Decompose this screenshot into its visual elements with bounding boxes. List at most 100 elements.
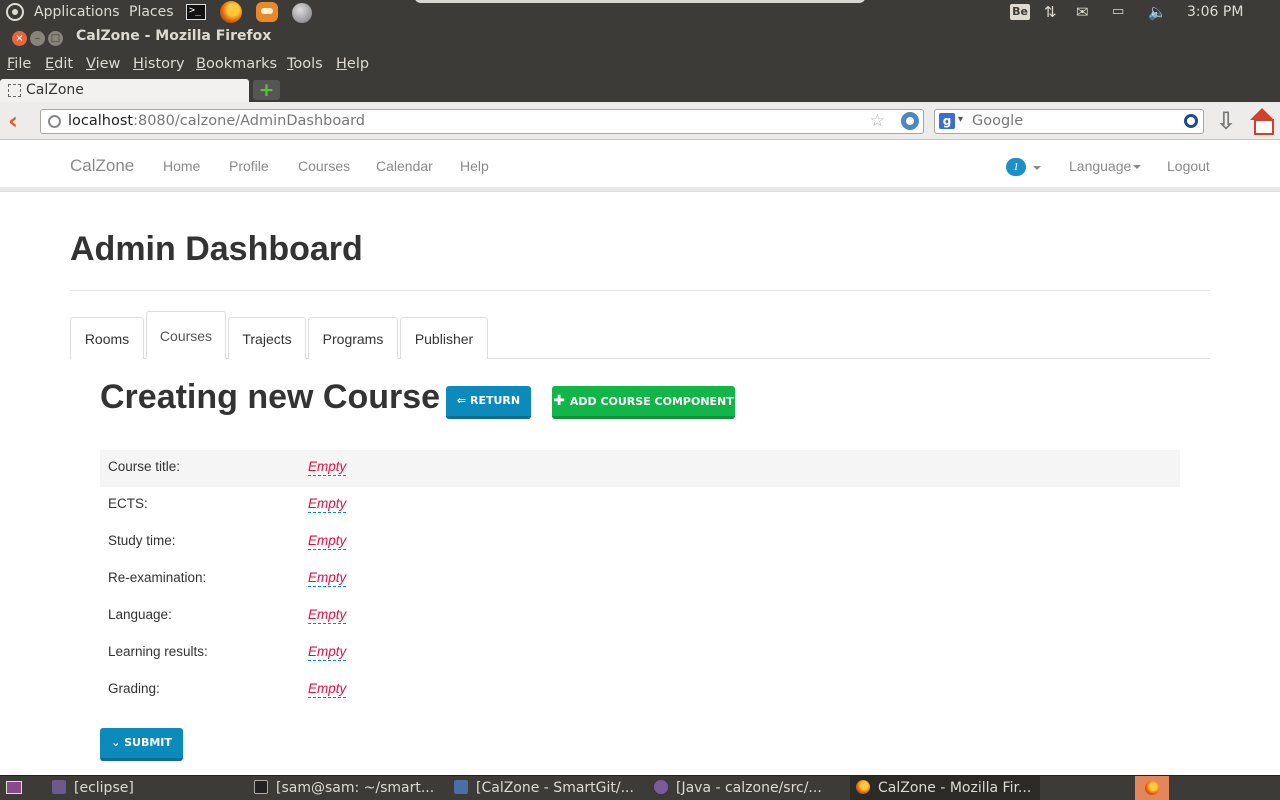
- taskbar-item[interactable]: [sam@sam: ~/smart...: [250, 776, 440, 800]
- panel-indicator: [414, 0, 866, 3]
- return-button[interactable]: ⇐ RETURN: [446, 386, 531, 419]
- url-bar[interactable]: localhost:8080/calzone/AdminDashboard ☆: [40, 109, 924, 134]
- browser-tab[interactable]: CalZone: [0, 79, 249, 103]
- language-dropdown[interactable]: Language: [1069, 158, 1142, 174]
- new-tab-icon[interactable]: +: [253, 80, 280, 100]
- nav-calendar[interactable]: Calendar: [376, 158, 433, 174]
- menu-file[interactable]: File: [7, 56, 31, 72]
- menu-history[interactable]: History: [133, 56, 185, 72]
- section-title: Creating new Course: [100, 378, 441, 416]
- re-examination-editable[interactable]: Empty: [308, 570, 347, 587]
- tab-trajects[interactable]: Trajects: [228, 317, 306, 359]
- minimize-window-icon[interactable]: –: [30, 31, 45, 46]
- url-text[interactable]: localhost:8080/calzone/AdminDashboard: [68, 113, 365, 129]
- engine-dropdown-icon[interactable]: ▾: [958, 114, 963, 125]
- menu-tools[interactable]: Tools: [287, 56, 323, 72]
- close-window-icon[interactable]: ×: [12, 31, 27, 46]
- be-indicator[interactable]: Be: [1010, 4, 1030, 20]
- learning-results-editable[interactable]: Empty: [308, 644, 347, 661]
- taskbar-item-label: [Java - calzone/src/...: [676, 780, 822, 796]
- nav-home[interactable]: Home: [163, 158, 200, 174]
- applications-menu[interactable]: Applications: [34, 0, 120, 24]
- url-path: :8080/calzone/AdminDashboard: [133, 113, 366, 129]
- clock[interactable]: 3:06 PM: [1187, 0, 1243, 24]
- field-row: Language: Empty: [100, 598, 1180, 635]
- battery-icon[interactable]: ▭: [1112, 0, 1124, 24]
- field-label: Re-examination:: [108, 570, 207, 585]
- places-menu[interactable]: Places: [129, 0, 174, 24]
- reload-icon[interactable]: [901, 112, 919, 130]
- field-label: Language:: [108, 607, 172, 622]
- search-placeholder: Google: [972, 113, 1024, 129]
- logout-link[interactable]: Logout: [1167, 158, 1210, 174]
- field-row: Grading: Empty: [100, 672, 1180, 709]
- submit-button-label: SUBMIT: [124, 736, 172, 749]
- grading-editable[interactable]: Empty: [308, 681, 347, 698]
- taskbar-item-label: [eclipse]: [74, 780, 134, 796]
- back-icon[interactable]: ‹: [8, 108, 28, 134]
- field-row: Learning results: Empty: [100, 635, 1180, 672]
- taskbar-item-label: [CalZone - SmartGit/...: [476, 780, 634, 796]
- firefox-launcher-icon[interactable]: [220, 1, 242, 23]
- field-row: Study time: Empty: [100, 524, 1180, 561]
- taskbar-item[interactable]: [eclipse]: [48, 776, 238, 800]
- google-engine-icon[interactable]: g: [939, 113, 955, 129]
- volume-icon[interactable]: 🔈: [1148, 0, 1167, 24]
- window-title: CalZone - Mozilla Firefox: [76, 28, 272, 44]
- network-icon[interactable]: ⇅: [1044, 0, 1057, 24]
- chevron-down-icon: ⌄: [111, 736, 125, 749]
- site-identity-icon[interactable]: [48, 115, 61, 128]
- brand-link[interactable]: CalZone: [70, 156, 134, 176]
- taskbar-item[interactable]: [CalZone - SmartGit/...: [450, 776, 640, 800]
- arrow-left-icon: ⇐: [456, 394, 470, 407]
- top-panel: Applications Places >_ Be ⇅ ✉ ▭ 🔈 3:06 P…: [0, 0, 1280, 24]
- study-time-editable[interactable]: Empty: [308, 533, 347, 550]
- app-launcher-icon[interactable]: [256, 2, 278, 22]
- ubuntu-logo-icon[interactable]: [6, 3, 24, 21]
- browser-tab-title: CalZone: [26, 82, 84, 98]
- show-desktop-icon[interactable]: [6, 781, 22, 794]
- tab-programs[interactable]: Programs: [308, 317, 398, 359]
- firefox-menubar: File Edit View History Bookmarks Tools H…: [0, 52, 1280, 78]
- home-icon[interactable]: [1250, 108, 1274, 135]
- site-navbar: CalZone Home Profile Courses Calendar He…: [0, 141, 1280, 191]
- menu-view[interactable]: View: [86, 56, 120, 72]
- field-label: Learning results:: [108, 644, 208, 659]
- tab-publisher[interactable]: Publisher: [400, 317, 488, 359]
- workspace-switcher-icon[interactable]: [1135, 776, 1169, 800]
- notification-caret-icon[interactable]: [1033, 166, 1041, 170]
- menu-bookmarks[interactable]: Bookmarks: [196, 56, 277, 72]
- language-editable[interactable]: Empty: [308, 607, 347, 624]
- field-label: ECTS:: [108, 496, 148, 511]
- menu-edit[interactable]: Edit: [45, 56, 73, 72]
- mail-icon[interactable]: ✉: [1076, 0, 1089, 24]
- search-icon[interactable]: [1184, 114, 1198, 128]
- add-course-component-button[interactable]: ✚ ADD COURSE COMPONENT: [552, 386, 735, 419]
- taskbar-item[interactable]: [Java - calzone/src/...: [650, 776, 840, 800]
- app-launcher-icon-2[interactable]: [292, 3, 312, 23]
- field-row: Course title: Empty: [100, 450, 1180, 487]
- taskbar-item-label: CalZone - Mozilla Fir...: [878, 780, 1032, 796]
- tab-courses[interactable]: Courses: [146, 311, 226, 359]
- return-button-label: RETURN: [469, 394, 521, 407]
- search-bar[interactable]: g ▾ Google: [934, 109, 1204, 134]
- nav-help[interactable]: Help: [460, 158, 489, 174]
- maximize-window-icon[interactable]: □: [48, 31, 63, 46]
- field-label: Study time:: [108, 533, 176, 548]
- page-title: Admin Dashboard: [70, 230, 363, 268]
- taskbar-item-active[interactable]: CalZone - Mozilla Fir...: [850, 776, 1040, 800]
- course-title-editable[interactable]: Empty: [308, 459, 347, 476]
- notification-badge[interactable]: 1: [1006, 158, 1026, 176]
- downloads-icon[interactable]: ⇩: [1216, 108, 1236, 134]
- nav-courses[interactable]: Courses: [298, 158, 350, 174]
- bookmark-star-icon[interactable]: ☆: [870, 111, 885, 131]
- language-caret-icon: [1133, 165, 1142, 170]
- menu-help[interactable]: Help: [336, 56, 369, 72]
- add-course-component-label: ADD COURSE COMPONENT: [569, 395, 734, 408]
- page-favicon-icon: [8, 84, 21, 97]
- submit-button[interactable]: ⌄ SUBMIT: [100, 728, 183, 761]
- tab-rooms[interactable]: Rooms: [70, 317, 144, 359]
- ects-editable[interactable]: Empty: [308, 496, 347, 513]
- terminal-launcher-icon[interactable]: >_: [186, 4, 206, 20]
- nav-profile[interactable]: Profile: [229, 158, 269, 174]
